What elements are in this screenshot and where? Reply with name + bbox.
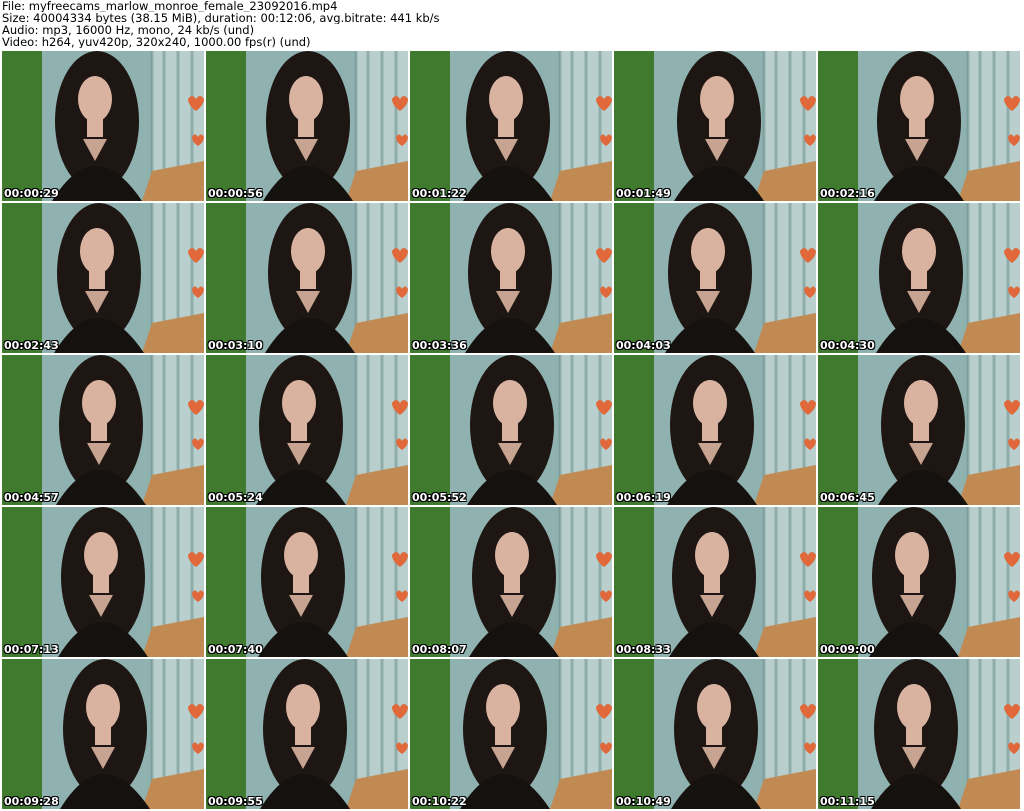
thumbnail-timestamp: 00:03:10 [208, 339, 263, 352]
video-thumbnail[interactable]: 00:08:07 [410, 507, 612, 657]
thumbnail-timestamp: 00:10:22 [412, 795, 467, 808]
thumbnail-timestamp: 00:10:49 [616, 795, 671, 808]
thumbnail-timestamp: 00:00:29 [4, 187, 59, 200]
thumbnail-timestamp: 00:09:55 [208, 795, 263, 808]
thumbnail-timestamp: 00:03:36 [412, 339, 467, 352]
thumbnail-timestamp: 00:04:57 [4, 491, 59, 504]
frame-picture [614, 355, 816, 505]
video-thumbnail[interactable]: 00:03:10 [206, 203, 408, 353]
video-thumbnail[interactable]: 00:06:19 [614, 355, 816, 505]
frame-picture [410, 51, 612, 201]
video-thumbnail[interactable]: 00:03:36 [410, 203, 612, 353]
frame-picture [410, 507, 612, 657]
video-thumbnail[interactable]: 00:01:49 [614, 51, 816, 201]
thumbnail-timestamp: 00:04:30 [820, 339, 875, 352]
thumbnail-timestamp: 00:07:40 [208, 643, 263, 656]
video-thumbnail[interactable]: 00:06:45 [818, 355, 1020, 505]
thumbnail-timestamp: 00:07:13 [4, 643, 59, 656]
file-info-header: File: myfreecams_marlow_monroe_female_23… [2, 0, 1022, 48]
frame-picture [614, 51, 816, 201]
thumbnail-timestamp: 00:08:07 [412, 643, 467, 656]
video-thumbnail[interactable]: 00:05:24 [206, 355, 408, 505]
thumbnail-timestamp: 00:08:33 [616, 643, 671, 656]
video-thumbnail[interactable]: 00:07:13 [2, 507, 204, 657]
frame-picture [614, 507, 816, 657]
size-duration-line: Size: 40004334 bytes (38.15 MiB), durati… [2, 12, 440, 24]
audio-info-line: Audio: mp3, 16000 Hz, mono, 24 kb/s (und… [2, 24, 255, 36]
thumbnail-timestamp: 00:05:24 [208, 491, 263, 504]
frame-picture [818, 51, 1020, 201]
frame-picture [206, 355, 408, 505]
frame-picture [2, 51, 204, 201]
thumbnail-timestamp: 00:02:16 [820, 187, 875, 200]
video-thumbnail[interactable]: 00:01:22 [410, 51, 612, 201]
video-thumbnail[interactable]: 00:04:57 [2, 355, 204, 505]
frame-picture [818, 203, 1020, 353]
thumbnail-timestamp: 00:04:03 [616, 339, 671, 352]
video-thumbnail[interactable]: 00:09:55 [206, 659, 408, 809]
frame-picture [206, 51, 408, 201]
frame-picture [2, 355, 204, 505]
frame-picture [614, 203, 816, 353]
file-name-line: File: myfreecams_marlow_monroe_female_23… [2, 0, 338, 12]
frame-picture [614, 659, 816, 809]
frame-picture [818, 355, 1020, 505]
frame-picture [2, 659, 204, 809]
frame-picture [410, 203, 612, 353]
thumbnail-timestamp: 00:01:49 [616, 187, 671, 200]
thumbnail-timestamp: 00:00:56 [208, 187, 263, 200]
video-info-line: Video: h264, yuv420p, 320x240, 1000.00 f… [2, 36, 311, 48]
frame-picture [818, 659, 1020, 809]
video-thumbnail[interactable]: 00:02:43 [2, 203, 204, 353]
video-thumbnail[interactable]: 00:10:49 [614, 659, 816, 809]
frame-picture [206, 203, 408, 353]
video-thumbnail[interactable]: 00:05:52 [410, 355, 612, 505]
thumbnail-timestamp: 00:05:52 [412, 491, 467, 504]
video-thumbnail[interactable]: 00:08:33 [614, 507, 816, 657]
thumbnail-timestamp: 00:06:19 [616, 491, 671, 504]
thumbnail-timestamp: 00:02:43 [4, 339, 59, 352]
frame-picture [206, 659, 408, 809]
frame-picture [818, 507, 1020, 657]
video-thumbnail[interactable]: 00:09:00 [818, 507, 1020, 657]
video-thumbnail[interactable]: 00:00:56 [206, 51, 408, 201]
thumbnail-timestamp: 00:09:28 [4, 795, 59, 808]
thumbnail-timestamp: 00:11:15 [820, 795, 875, 808]
frame-picture [206, 507, 408, 657]
frame-picture [410, 659, 612, 809]
thumbnail-timestamp: 00:09:00 [820, 643, 875, 656]
thumbnail-grid: 00:00:29 00:00:56 00:01:22 00:01:49 00:0… [2, 51, 1020, 809]
video-thumbnail[interactable]: 00:10:22 [410, 659, 612, 809]
video-thumbnail[interactable]: 00:00:29 [2, 51, 204, 201]
thumbnail-timestamp: 00:06:45 [820, 491, 875, 504]
video-thumbnail[interactable]: 00:04:03 [614, 203, 816, 353]
frame-picture [410, 355, 612, 505]
video-thumbnail[interactable]: 00:09:28 [2, 659, 204, 809]
video-thumbnail[interactable]: 00:07:40 [206, 507, 408, 657]
video-thumbnail[interactable]: 00:02:16 [818, 51, 1020, 201]
frame-picture [2, 203, 204, 353]
frame-picture [2, 507, 204, 657]
video-thumbnail[interactable]: 00:11:15 [818, 659, 1020, 809]
video-thumbnail[interactable]: 00:04:30 [818, 203, 1020, 353]
thumbnail-timestamp: 00:01:22 [412, 187, 467, 200]
